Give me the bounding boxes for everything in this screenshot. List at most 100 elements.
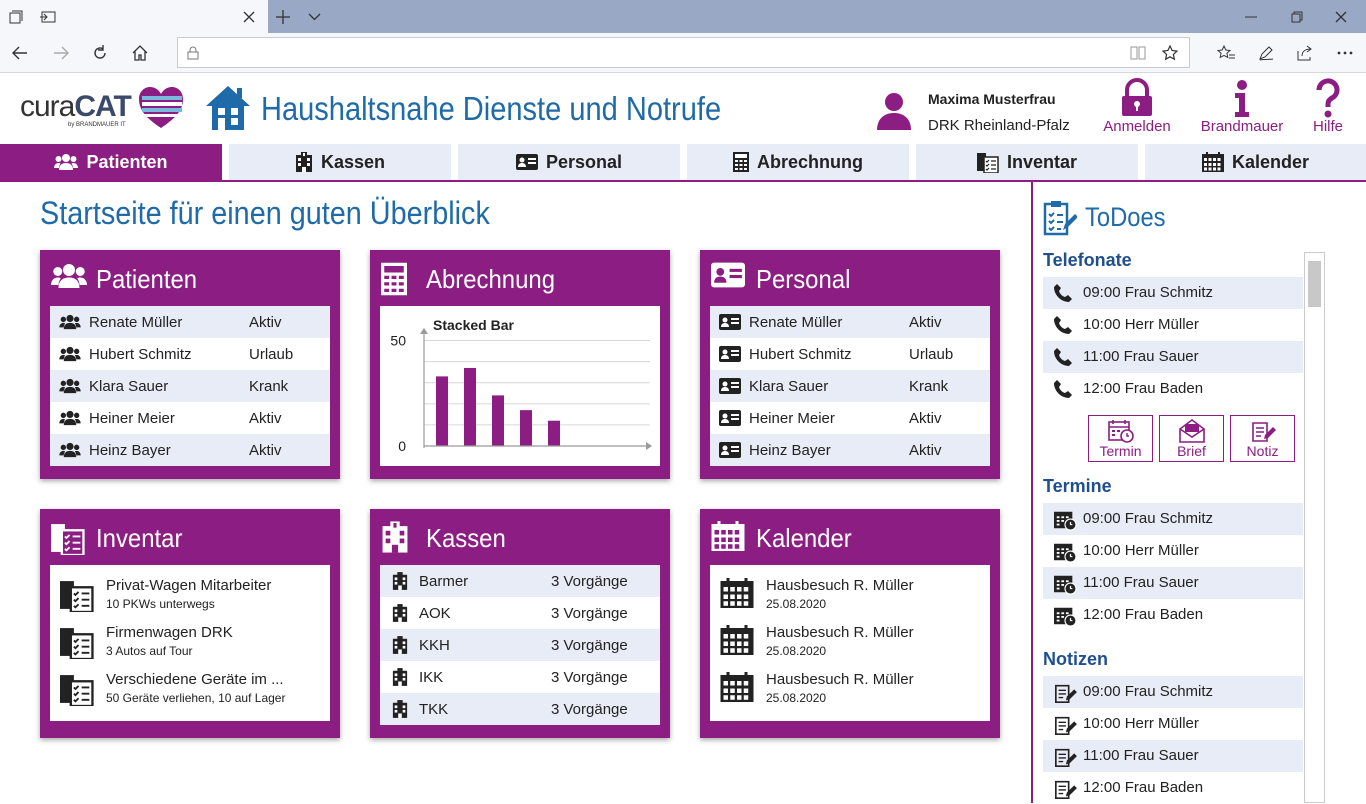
list-item[interactable]: KKH 3 Vorgänge	[380, 629, 660, 661]
chart-bar[interactable]	[492, 395, 504, 446]
set-aside-tabs-icon[interactable]	[38, 7, 58, 27]
share-icon[interactable]	[1294, 42, 1316, 64]
pen-icon[interactable]	[1255, 42, 1277, 64]
back-icon[interactable]	[9, 42, 31, 64]
list-item[interactable]: 12:00 Frau Baden	[1043, 373, 1303, 405]
forward-icon[interactable]	[50, 42, 72, 64]
chart-x-arrow	[646, 442, 652, 450]
list-item[interactable]: Hubert Schmitz Urlaub	[710, 338, 990, 370]
calendar-icon	[720, 672, 754, 702]
item-title: Privat-Wagen Mitarbeiter	[106, 577, 272, 594]
tab-inventar[interactable]: Inventar	[916, 144, 1138, 180]
scrollbar-thumb[interactable]	[1308, 261, 1321, 307]
list-item[interactable]: 10:00 Herr Müller	[1043, 708, 1303, 740]
list-item[interactable]: 11:00 Frau Sauer	[1043, 740, 1303, 772]
tab-list-icon[interactable]	[303, 6, 325, 28]
hospital-icon	[392, 668, 408, 686]
url-field[interactable]	[177, 37, 1190, 68]
list-item[interactable]: Heiner Meier Aktiv	[50, 402, 330, 434]
list-item[interactable]: Heinz Bayer Aktiv	[50, 434, 330, 466]
chart-bar[interactable]	[436, 376, 448, 446]
todo-text: 10:00 Herr Müller	[1083, 542, 1199, 559]
minimize-icon[interactable]	[1240, 6, 1262, 28]
list-item[interactable]: Heiner Meier Aktiv	[710, 402, 990, 434]
list-item[interactable]: Barmer 3 Vorgänge	[380, 565, 660, 597]
item-subtitle: 10 PKWs unterwegs	[106, 597, 215, 611]
list-item[interactable]: Klara Sauer Krank	[710, 370, 990, 402]
todo-text: 12:00 Frau Baden	[1083, 606, 1204, 623]
list-item[interactable]: 11:00 Frau Sauer	[1043, 341, 1303, 373]
tab-patienten[interactable]: Patienten	[0, 144, 222, 180]
card-title: Inventar	[96, 523, 183, 553]
list-item[interactable]: Renate Müller Aktiv	[710, 306, 990, 338]
list-item[interactable]: Hubert Schmitz Urlaub	[50, 338, 330, 370]
tab-personal[interactable]: Personal	[458, 144, 680, 180]
users-icon	[51, 264, 87, 288]
list-item[interactable]: 09:00 Frau Schmitz	[1043, 676, 1303, 708]
item-title: Hausbesuch R. Müller	[766, 671, 914, 688]
new-tab-icon[interactable]	[272, 6, 294, 28]
favorite-star-icon[interactable]	[1160, 43, 1180, 63]
kalender-card[interactable]: Kalender Hausbesuch R. Müller 25.08.2020 …	[700, 509, 1000, 738]
list-item[interactable]: Klara Sauer Krank	[50, 370, 330, 402]
item-title: Hausbesuch R. Müller	[766, 577, 914, 594]
close-window-icon[interactable]	[1330, 6, 1352, 28]
list-item[interactable]: Renate Müller Aktiv	[50, 306, 330, 338]
chart-bar[interactable]	[520, 410, 532, 446]
chart-bar[interactable]	[464, 367, 476, 446]
user-avatar-icon[interactable]	[876, 92, 912, 130]
list-item[interactable]: Firmenwagen DRK 3 Autos auf Tour	[50, 616, 330, 663]
todos-scrollbar[interactable]	[1304, 252, 1325, 803]
bar-chart[interactable]: Stacked Bar 0 50	[380, 306, 660, 466]
brandmauer-button[interactable]: Brandmauer	[1197, 78, 1287, 135]
list-item[interactable]: Hausbesuch R. Müller 25.08.2020	[710, 616, 990, 663]
home-icon[interactable]	[129, 42, 151, 64]
kassen-list: Barmer 3 Vorgänge AOK 3 Vorgänge KKH 3 Vorg…	[380, 565, 660, 725]
insurer-cases: 3 Vorgänge	[551, 700, 628, 718]
browser-tab[interactable]	[0, 0, 268, 33]
list-item[interactable]: 10:00 Herr Müller	[1043, 309, 1303, 341]
tab-actions-icon[interactable]	[6, 7, 26, 27]
list-item[interactable]: AOK 3 Vorgänge	[380, 597, 660, 629]
tab-kalender[interactable]: Kalender	[1145, 144, 1366, 180]
list-item[interactable]: 12:00 Frau Baden	[1043, 599, 1303, 631]
tab-personal-label: Personal	[545, 151, 623, 172]
list-item[interactable]: Privat-Wagen Mitarbeiter 10 PKWs unterweg…	[50, 569, 330, 616]
termin-label: Termin	[1099, 443, 1142, 459]
list-item[interactable]: 09:00 Frau Schmitz	[1043, 503, 1303, 535]
curacat-logo[interactable]: curaCAT by BRANDMAUER IT	[20, 86, 184, 132]
brief-button[interactable]: Brief	[1159, 415, 1224, 462]
list-item[interactable]: Hausbesuch R. Müller 25.08.2020	[710, 569, 990, 616]
list-item[interactable]: Hausbesuch R. Müller 25.08.2020	[710, 663, 990, 710]
personal-card[interactable]: Personal Renate Müller Aktiv Hubert Schmi…	[700, 250, 1000, 479]
tab-kassen[interactable]: Kassen	[229, 144, 451, 180]
list-item[interactable]: IKK 3 Vorgänge	[380, 661, 660, 693]
kassen-card[interactable]: Kassen Barmer 3 Vorgänge AOK 3 Vorgänge KK…	[370, 509, 670, 738]
help-label: Hilfe	[1312, 118, 1343, 135]
item-date: 25.08.2020	[766, 597, 827, 611]
help-button[interactable]: Hilfe	[1306, 78, 1350, 135]
more-icon[interactable]	[1334, 42, 1356, 64]
list-item[interactable]: Verschiedene Geräte im ... 50 Geräte verl…	[50, 663, 330, 710]
patienten-card[interactable]: Patienten Renate Müller Aktiv Hubert Schm…	[40, 250, 340, 479]
tab-abrechnung[interactable]: Abrechnung	[687, 144, 909, 180]
reading-view-icon[interactable]	[1128, 43, 1148, 63]
notiz-button[interactable]: Notiz	[1230, 415, 1295, 462]
list-item[interactable]: 10:00 Herr Müller	[1043, 535, 1303, 567]
inventar-card[interactable]: Inventar Privat-Wagen Mitarbeiter 10 PKWs…	[40, 509, 340, 738]
maximize-icon[interactable]	[1286, 6, 1308, 28]
termin-button[interactable]: Termin	[1088, 415, 1153, 462]
close-tab-icon[interactable]	[238, 6, 260, 28]
abrechnung-card[interactable]: Abrechnung Stacked Bar 0 50	[370, 250, 670, 479]
list-item[interactable]: 12:00 Frau Baden	[1043, 772, 1303, 804]
list-item[interactable]: TKK 3 Vorgänge	[380, 693, 660, 725]
list-item[interactable]: Heinz Bayer Aktiv	[710, 434, 990, 466]
list-item[interactable]: 11:00 Frau Sauer	[1043, 567, 1303, 599]
insurer-cases: 3 Vorgänge	[551, 668, 628, 686]
chart-bar[interactable]	[548, 420, 560, 446]
calendar-icon	[1201, 152, 1224, 172]
login-button[interactable]: Anmelden	[1100, 78, 1174, 135]
list-item[interactable]: 09:00 Frau Schmitz	[1043, 277, 1303, 309]
refresh-icon[interactable]	[89, 42, 111, 64]
favorites-icon[interactable]	[1215, 42, 1237, 64]
